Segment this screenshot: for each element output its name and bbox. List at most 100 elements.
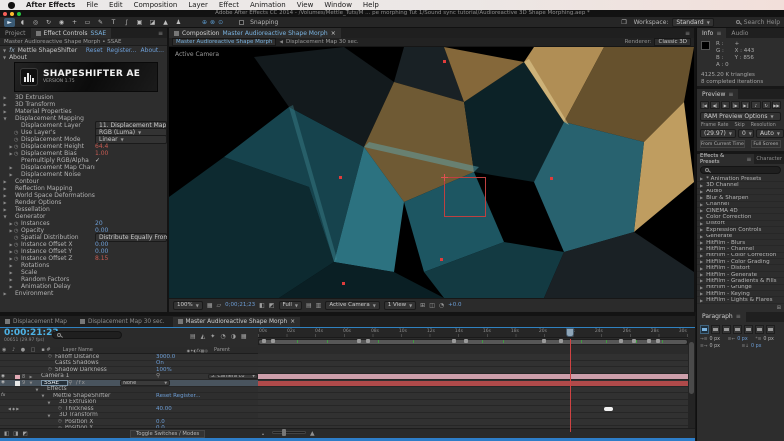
time-ruler[interactable]: 00s02s04s06s08s10s12s14s16s18s20s22s24s2…	[258, 328, 688, 338]
layer-duration-bar[interactable]	[258, 387, 688, 392]
effect-property-row[interactable]: ▶ Environment	[0, 290, 167, 297]
transport-button[interactable]: ▶|	[741, 101, 750, 109]
twirl-icon[interactable]: ▶	[700, 266, 703, 271]
parent-dropdown[interactable]: None	[120, 380, 170, 386]
row-value[interactable]: ⚲	[156, 373, 208, 379]
close-tab-icon[interactable]: ×	[331, 30, 336, 37]
effect-property-row[interactable]: ▼ Generator	[0, 213, 167, 220]
indent-field[interactable]: →≡0 px	[700, 337, 726, 342]
camera-view-dropdown[interactable]: Active Camera	[325, 301, 379, 310]
twirl-icon[interactable]: ▶	[700, 189, 703, 194]
menu-item[interactable]: Layer	[188, 1, 208, 9]
label-color-chip[interactable]	[15, 388, 20, 393]
twirl-icon[interactable]: ▶	[700, 227, 703, 232]
tab-paragraph[interactable]: Paragraph≡	[697, 312, 746, 322]
twirl-icon[interactable]: ▶	[700, 285, 703, 290]
layer-handle-dot[interactable]	[342, 282, 345, 285]
twirl-icon[interactable]: ▶	[2, 179, 8, 184]
twirl-icon[interactable]: ▶	[700, 272, 703, 277]
twirl-icon[interactable]: ▼	[28, 380, 34, 385]
stopwatch-icon[interactable]: ◷	[14, 249, 21, 255]
parent-dropdown[interactable]: 3. Camera co	[208, 374, 258, 380]
axis-mode-icon[interactable]: ⊗	[210, 19, 215, 26]
tool-icon[interactable]: ∫	[121, 18, 132, 27]
layer-handle-dot[interactable]	[339, 176, 342, 179]
twirl-icon[interactable]: ▶	[700, 215, 703, 220]
row-value[interactable]: ⚲ ∕fx	[68, 380, 120, 386]
twirl-icon[interactable]: ▼	[40, 393, 46, 398]
tool-icon[interactable]: ↻	[43, 18, 54, 27]
label-color-chip[interactable]	[15, 375, 20, 380]
effect-property-row[interactable]: ▶ ◷ Displacement Bias 1.00	[0, 150, 167, 157]
label-color-chip[interactable]	[15, 401, 20, 406]
search-help-input[interactable]: Search Help	[744, 19, 780, 26]
property-value[interactable]: 0.00	[95, 248, 167, 255]
twirl-icon[interactable]: ▼	[3, 55, 6, 60]
stopwatch-icon[interactable]: ◷	[58, 419, 65, 424]
stopwatch-icon[interactable]: ◷	[14, 137, 21, 143]
label-color-chip[interactable]	[15, 362, 20, 367]
twirl-icon[interactable]: ▶	[700, 208, 703, 213]
tool-icon[interactable]: ✎	[95, 18, 106, 27]
property-value[interactable]: 8.15	[95, 255, 167, 262]
stopwatch-icon[interactable]: ◷	[14, 235, 21, 241]
close-window-button[interactable]	[3, 12, 7, 16]
text-align-button[interactable]	[722, 325, 731, 334]
stopwatch-icon[interactable]: ◷	[48, 354, 55, 359]
menu-item[interactable]: Window	[324, 1, 352, 9]
effect-property-row[interactable]: ▶ World Space Deformations	[0, 192, 167, 199]
effect-property-row[interactable]: ▶ Rotations	[0, 262, 167, 269]
timeline-option-icon[interactable]: ▦	[241, 333, 247, 340]
composition-viewport[interactable]: Active Camera	[169, 47, 694, 298]
spacing-field[interactable]: ≡→0 px	[700, 344, 740, 349]
crumb-prev-comp[interactable]: Displacement Map 30 sec.	[286, 39, 359, 45]
effect-property-row[interactable]: ▶ Scale	[0, 269, 167, 276]
menu-item[interactable]: Edit	[109, 1, 123, 9]
row-value[interactable]: Reset Register...	[156, 393, 208, 399]
indent-field[interactable]: *≡0 px	[755, 337, 781, 342]
composition-marker[interactable]	[559, 339, 563, 343]
menu-item[interactable]: Help	[363, 1, 379, 9]
resolution-dropdown[interactable]: Full	[279, 301, 302, 310]
pane-toggle-icon[interactable]: ◧	[4, 431, 9, 437]
effect-property-row[interactable]: ▶ Displacement Noise	[0, 171, 167, 178]
workspace-dropdown[interactable]: Standard	[672, 18, 713, 27]
effects-search-input[interactable]	[700, 166, 781, 174]
stopwatch-icon[interactable]: ◷	[14, 256, 21, 262]
layer-duration-bar[interactable]	[258, 400, 688, 405]
stopwatch-icon[interactable]: ◷	[48, 367, 55, 372]
composition-marker[interactable]	[366, 339, 370, 343]
menu-item[interactable]: Composition	[134, 1, 178, 9]
effect-property-row[interactable]: ▶ ◷ Instance Offset X 0.00	[0, 241, 167, 248]
twirl-icon[interactable]: ▶	[700, 291, 703, 296]
snapshot-icon[interactable]: ◧	[259, 302, 265, 309]
label-color-chip[interactable]	[15, 420, 20, 425]
scrollbar-thumb[interactable]	[689, 342, 694, 394]
transport-button[interactable]: ▶	[721, 101, 730, 109]
zoom-slider-thumb[interactable]	[282, 429, 286, 436]
stopwatch-icon[interactable]: ◷	[14, 221, 21, 227]
panel-menu-icon[interactable]: ≡	[736, 313, 741, 320]
pane-toggle-icon[interactable]: ◨	[13, 431, 18, 437]
twirl-icon[interactable]: ▶	[700, 278, 703, 283]
effect-property-row[interactable]: ▶ Render Options	[0, 199, 167, 206]
tool-icon[interactable]: ►	[4, 18, 15, 27]
twirl-icon[interactable]: ▶	[700, 240, 703, 245]
timeline-option-icon[interactable]: ◔	[220, 333, 225, 340]
layer-duration-bar[interactable]	[258, 361, 688, 366]
twirl-icon[interactable]: ▶	[8, 165, 14, 170]
tool-icon[interactable]: ◪	[147, 18, 158, 27]
menu-item[interactable]: After Effects	[26, 1, 75, 9]
twirl-icon[interactable]: ▶	[700, 259, 703, 264]
tab-preview[interactable]: Preview≡	[697, 89, 738, 99]
effect-property-row[interactable]: ▶ ◷ Instance Offset Y 0.00	[0, 248, 167, 255]
transport-button[interactable]: ◀|	[710, 101, 719, 109]
twirl-icon[interactable]: ▶	[2, 102, 8, 107]
composition-marker[interactable]	[656, 339, 660, 343]
transport-button[interactable]: |▶	[731, 101, 740, 109]
timeline-scrollbar[interactable]	[688, 328, 695, 429]
twirl-icon[interactable]: ▶	[2, 186, 8, 191]
snapping-checkbox[interactable]	[239, 20, 244, 25]
panel-menu-icon[interactable]: ≡	[746, 156, 751, 163]
pixel-aspect-icon[interactable]: ◫	[429, 302, 435, 309]
